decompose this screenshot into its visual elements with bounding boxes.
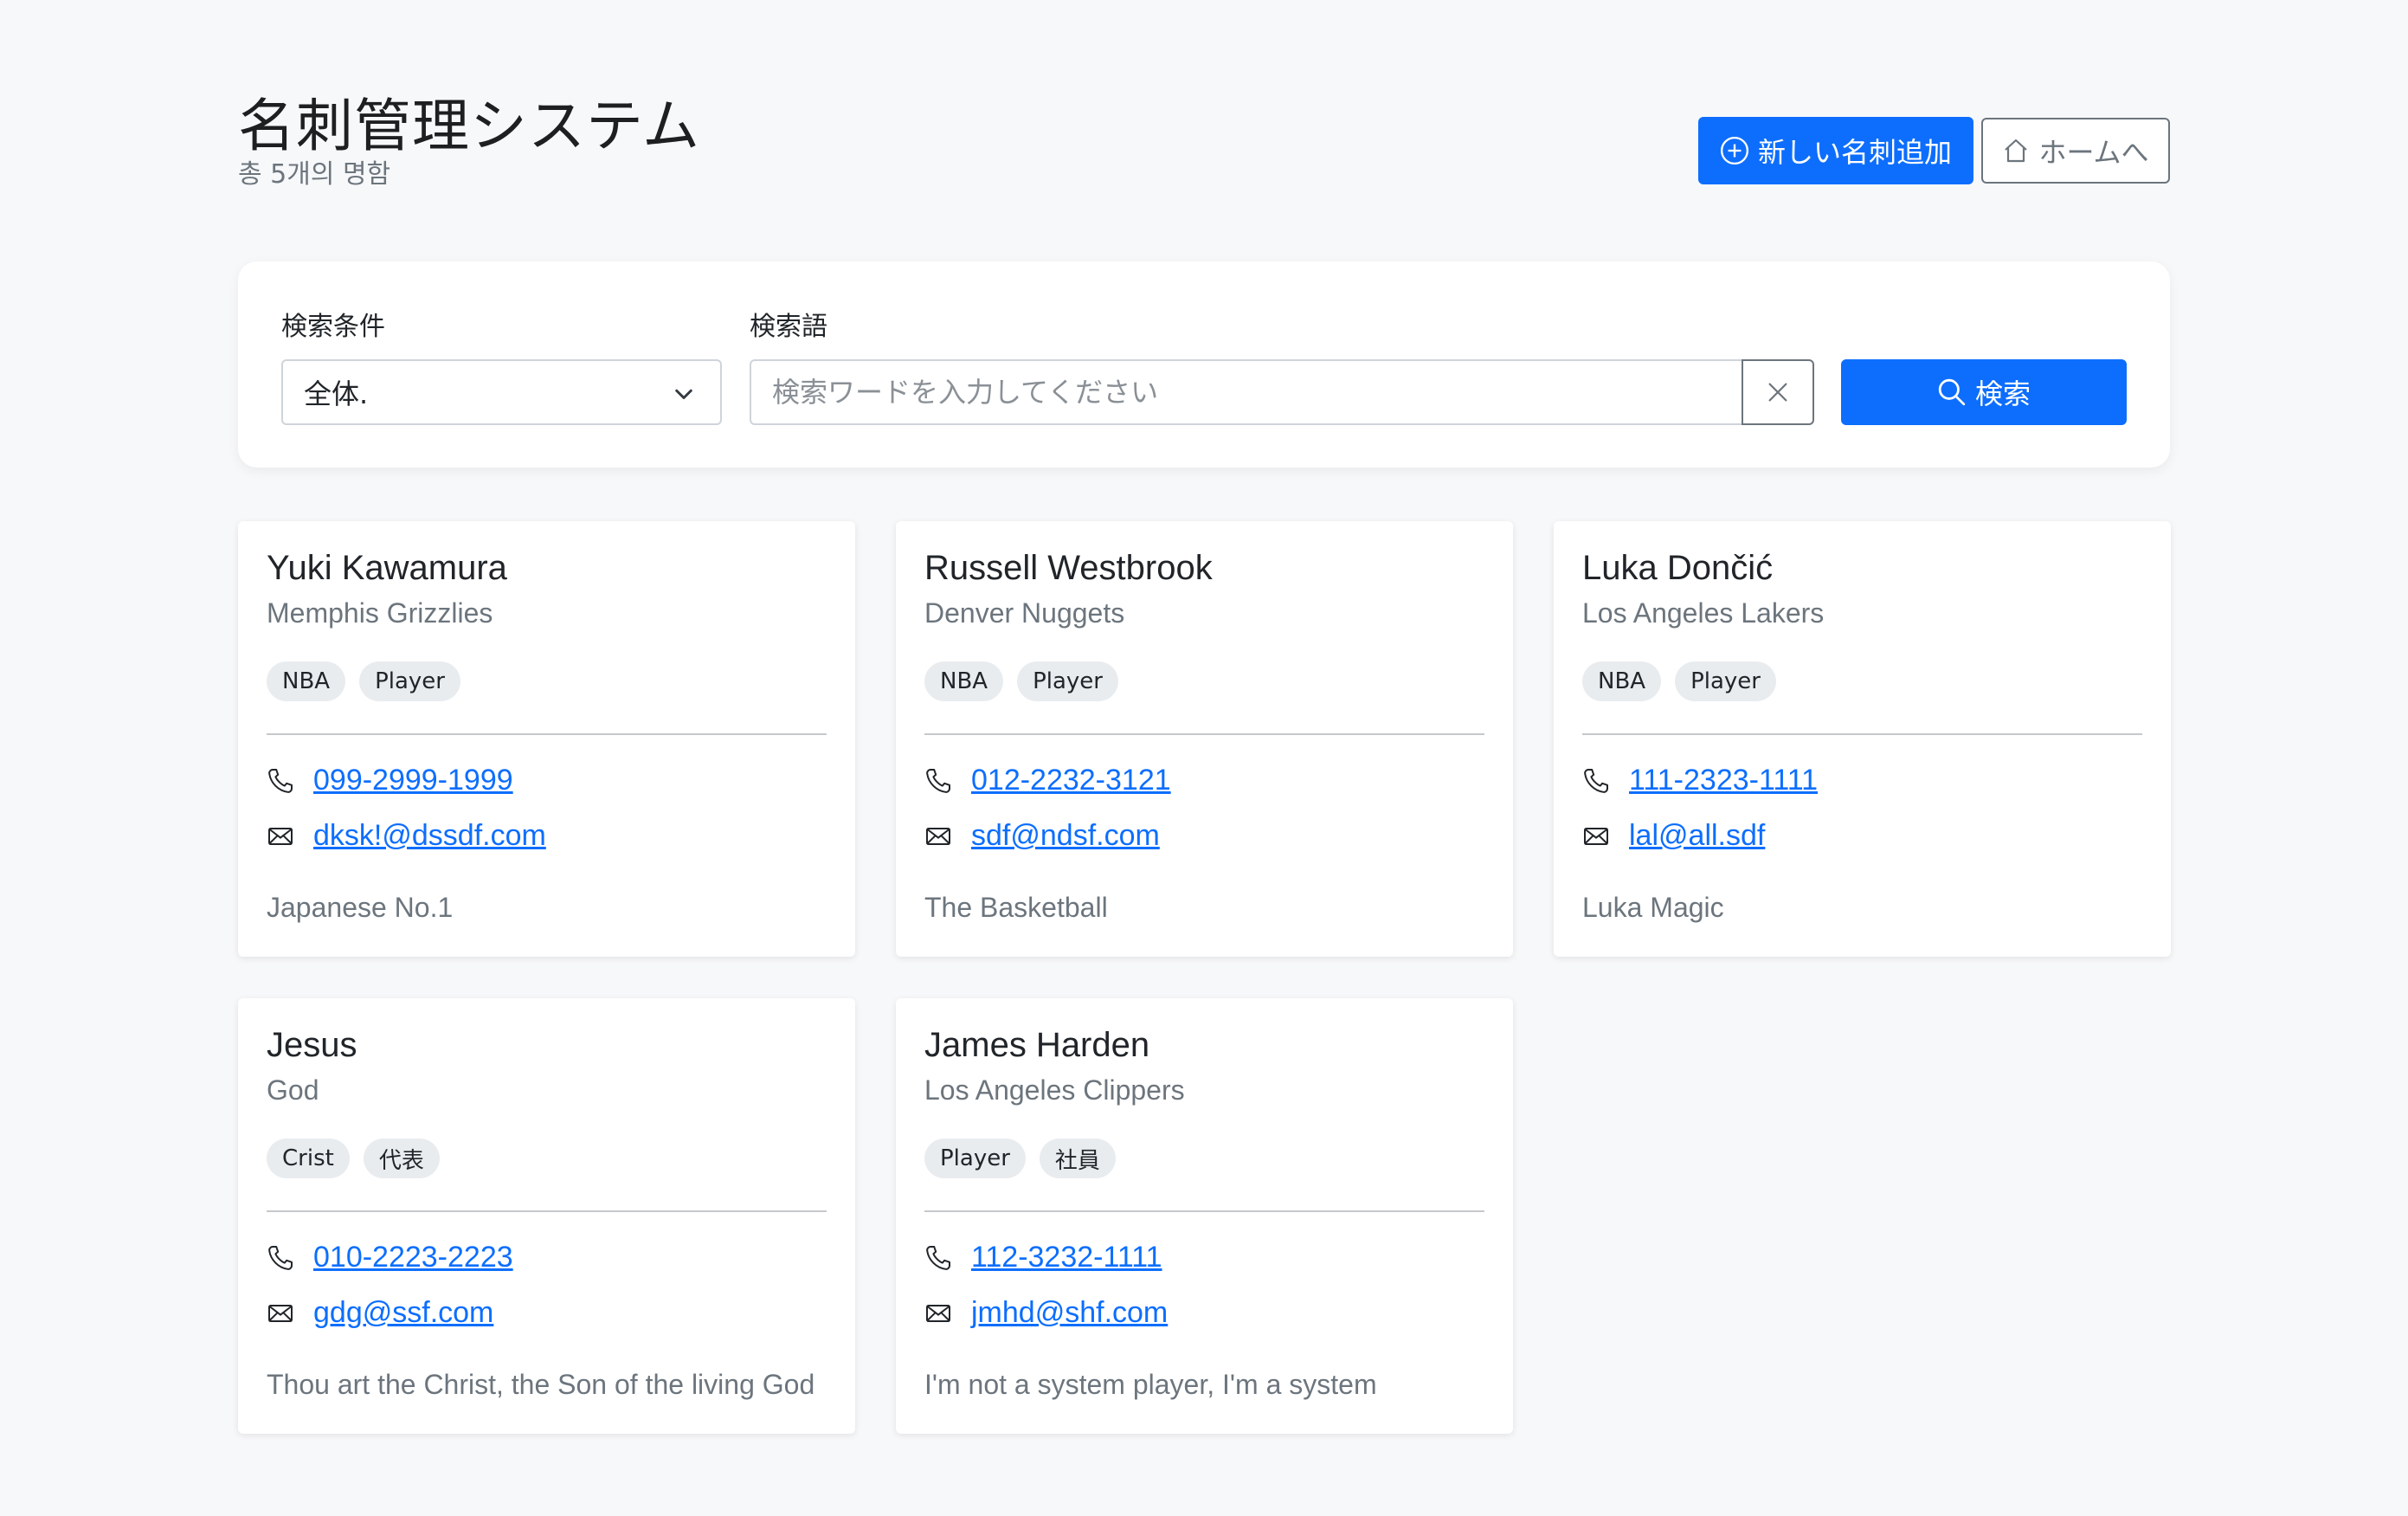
email-row: jmhd@shf.com [924, 1296, 1168, 1330]
search-condition-select[interactable]: 全体. [281, 359, 722, 425]
envelope-icon [268, 827, 293, 845]
card-company: God [267, 1074, 319, 1106]
business-card: Luka Dončić Los Angeles Lakers NBA Playe… [1554, 521, 2171, 957]
card-name: Yuki Kawamura [267, 549, 507, 587]
business-card: Russell Westbrook Denver Nuggets NBA Pla… [896, 521, 1513, 957]
card-memo: I'm not a system player, I'm a system [924, 1369, 1377, 1400]
phone-link[interactable]: 111-2323-1111 [1629, 764, 1818, 797]
email-link[interactable]: jmhd@shf.com [971, 1296, 1168, 1330]
email-link[interactable]: sdf@ndsf.com [971, 819, 1160, 853]
phone-icon [926, 768, 950, 793]
phone-icon [1584, 768, 1608, 793]
card-company: Los Angeles Lakers [1582, 597, 1825, 629]
home-button-label: ホームへ [2038, 136, 2149, 169]
home-button[interactable]: ホームへ [1981, 118, 2170, 184]
envelope-icon [926, 1304, 950, 1322]
tag-badge: NBA [924, 661, 1004, 701]
add-card-button-label: 新しい名刺追加 [1757, 136, 1952, 169]
card-divider [267, 733, 827, 735]
card-tags: NBA Player [924, 661, 1118, 701]
search-condition-label: 検索条件 [281, 312, 385, 342]
phone-icon [268, 768, 293, 793]
card-company: Denver Nuggets [924, 597, 1125, 629]
phone-link[interactable]: 010-2223-2223 [313, 1241, 513, 1274]
envelope-icon [926, 827, 950, 845]
card-divider [267, 1210, 827, 1212]
tag-badge: 代表 [363, 1139, 440, 1178]
email-row: gdg@ssf.com [267, 1296, 493, 1330]
phone-icon [926, 1245, 950, 1270]
card-memo: Japanese No.1 [267, 892, 454, 923]
search-button-label: 検索 [1974, 377, 2031, 410]
card-name: James Harden [924, 1026, 1150, 1064]
card-tags: Crist 代表 [267, 1139, 440, 1178]
phone-link[interactable]: 012-2232-3121 [971, 764, 1171, 797]
search-condition-value: 全体. [304, 377, 369, 410]
card-count-subtitle: 총 5개의 명함 [238, 159, 391, 190]
email-link[interactable]: dksk!@dssdf.com [313, 819, 546, 853]
card-memo: Luka Magic [1582, 892, 1724, 923]
phone-row: 099-2999-1999 [267, 764, 513, 797]
tag-badge: Player [1017, 661, 1118, 701]
envelope-icon [268, 1304, 293, 1322]
search-panel: 検索条件 検索語 全体. 検索 [238, 261, 2170, 468]
tag-badge: 社員 [1039, 1139, 1116, 1178]
card-name: Russell Westbrook [924, 549, 1213, 587]
business-card: James Harden Los Angeles Clippers Player… [896, 998, 1513, 1434]
phone-row: 111-2323-1111 [1582, 764, 1818, 797]
phone-link[interactable]: 099-2999-1999 [313, 764, 513, 797]
card-memo: Thou art the Christ, the Son of the livi… [267, 1369, 815, 1400]
email-link[interactable]: lal@all.sdf [1629, 819, 1765, 853]
tag-badge: NBA [1582, 661, 1662, 701]
card-divider [924, 733, 1484, 735]
phone-link[interactable]: 112-3232-1111 [971, 1241, 1162, 1274]
search-term-label: 検索語 [750, 312, 827, 342]
tag-badge: NBA [267, 661, 346, 701]
business-card: Jesus God Crist 代表 010-2223-2223 gdg@ssf… [238, 998, 855, 1434]
search-button[interactable]: 検索 [1841, 359, 2127, 425]
card-company: Memphis Grizzlies [267, 597, 493, 629]
tag-badge: Player [924, 1139, 1026, 1178]
card-tags: NBA Player [1582, 661, 1776, 701]
tag-badge: Crist [267, 1139, 350, 1178]
tag-badge: Player [359, 661, 460, 701]
card-divider [924, 1210, 1484, 1212]
card-name: Luka Dončić [1582, 549, 1774, 587]
close-icon [1768, 383, 1787, 402]
card-tags: NBA Player [267, 661, 460, 701]
card-divider [1582, 733, 2142, 735]
phone-row: 012-2232-3121 [924, 764, 1171, 797]
plus-circle-icon [1720, 136, 1749, 165]
clear-search-button[interactable] [1742, 359, 1814, 425]
search-input[interactable] [750, 359, 1742, 425]
card-company: Los Angeles Clippers [924, 1074, 1185, 1106]
business-card: Yuki Kawamura Memphis Grizzlies NBA Play… [238, 521, 855, 957]
chevron-down-icon [675, 389, 692, 399]
phone-row: 010-2223-2223 [267, 1241, 513, 1274]
email-link[interactable]: gdg@ssf.com [313, 1296, 493, 1330]
phone-row: 112-3232-1111 [924, 1241, 1162, 1274]
card-tags: Player 社員 [924, 1139, 1116, 1178]
email-row: lal@all.sdf [1582, 819, 1765, 853]
page-title: 名刺管理システム [238, 93, 701, 159]
tag-badge: Player [1675, 661, 1776, 701]
card-memo: The Basketball [924, 892, 1108, 923]
house-icon [2005, 139, 2028, 163]
envelope-icon [1584, 827, 1608, 845]
phone-icon [268, 1245, 293, 1270]
page: 名刺管理システム 총 5개의 명함 新しい名刺追加 ホームへ 検索条件 検索語 … [0, 0, 2408, 1516]
email-row: dksk!@dssdf.com [267, 819, 546, 853]
search-icon [1938, 378, 1966, 406]
email-row: sdf@ndsf.com [924, 819, 1160, 853]
card-name: Jesus [267, 1026, 357, 1064]
add-card-button[interactable]: 新しい名刺追加 [1698, 117, 1973, 184]
